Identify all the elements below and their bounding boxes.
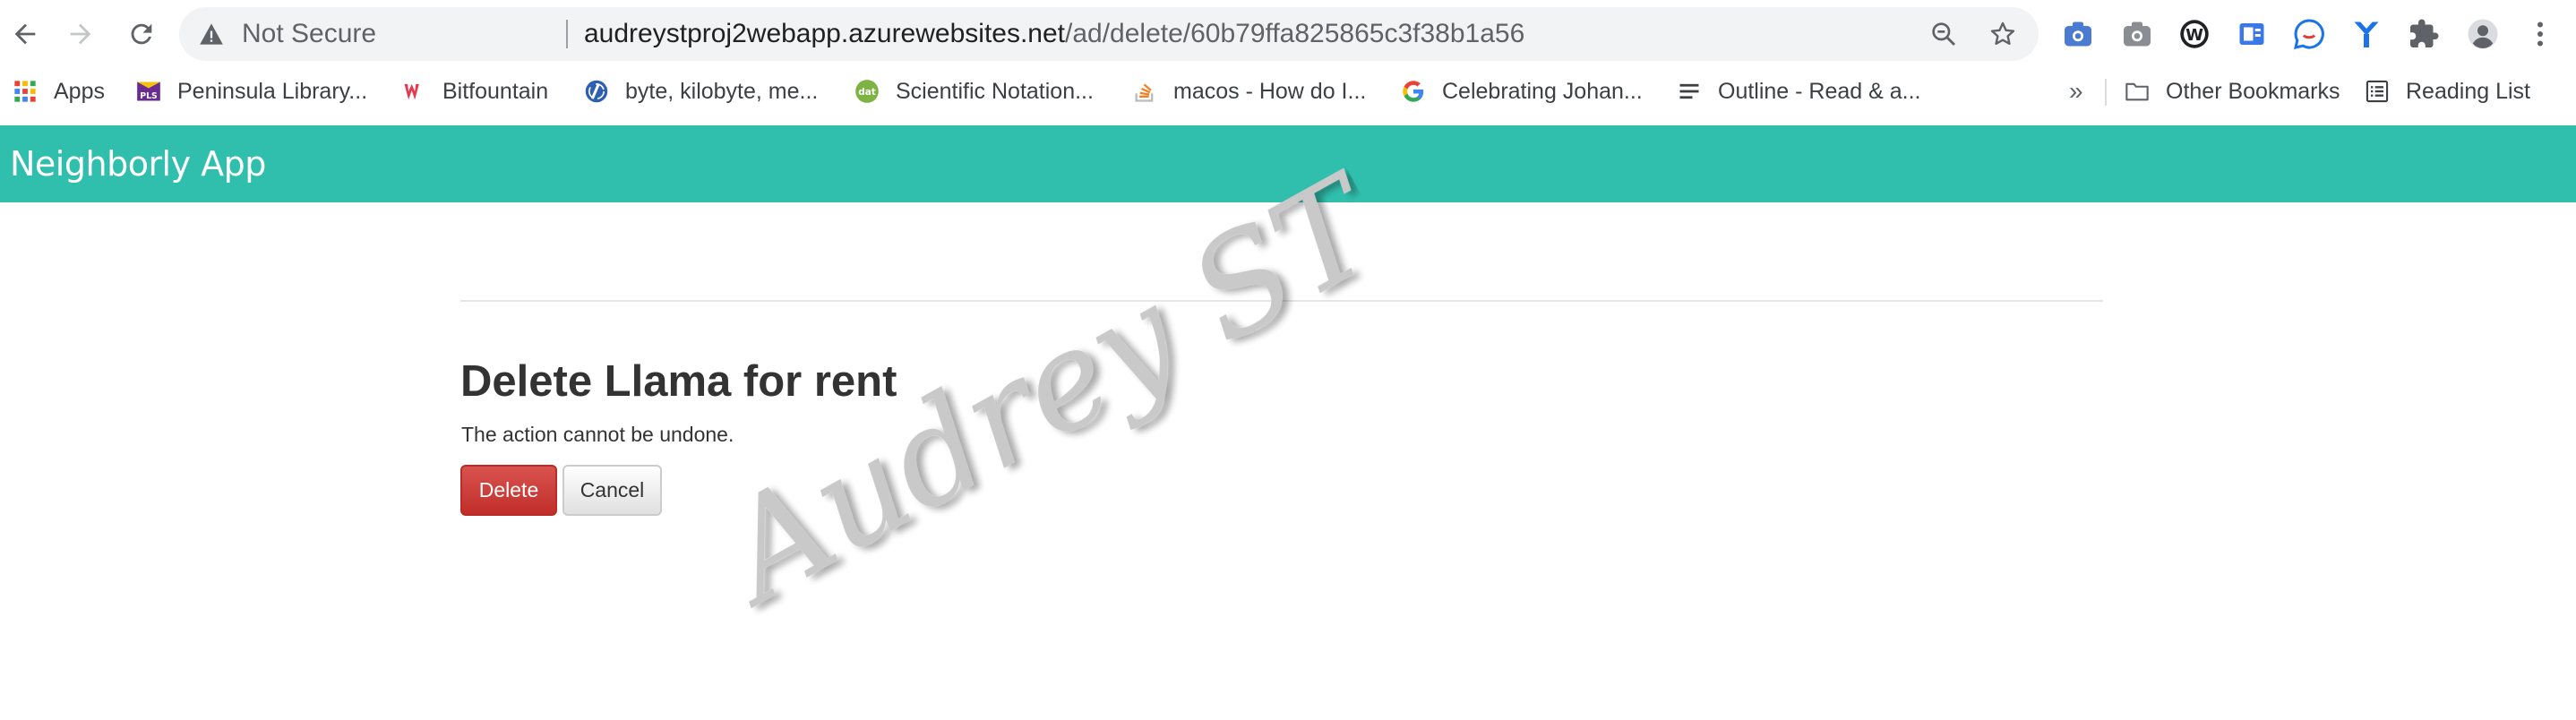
reload-button[interactable]	[118, 11, 165, 57]
bookmark-outline[interactable]: Outline - Read & a...	[1677, 68, 1921, 115]
warning-text: The action cannot be undone.	[461, 423, 734, 446]
url-host: audreystproj2webapp.azurewebsites.net	[584, 19, 1065, 48]
zoom-icon[interactable]	[1929, 20, 1958, 48]
bookmarks-bar: Apps PLS Peninsula Library... Bitfountai…	[0, 68, 2576, 125]
bookmark-peninsula-library[interactable]: PLS Peninsula Library...	[136, 68, 367, 115]
app-navbar: Neighborly App	[0, 125, 2576, 202]
forward-arrow-icon	[70, 23, 91, 45]
bookmarks-overflow-chevron[interactable]: »	[2069, 68, 2083, 115]
chat-extension-icon[interactable]	[2291, 16, 2327, 52]
page-title: Delete Llama for rent	[460, 357, 897, 406]
profile-avatar-icon[interactable]	[2465, 16, 2501, 52]
bookmark-label: Bitfountain	[442, 78, 549, 104]
bookmark-label: Peninsula Library...	[177, 78, 368, 104]
delete-button[interactable]: Delete	[460, 465, 557, 516]
address-separator	[566, 20, 568, 48]
forward-button[interactable]	[57, 11, 104, 57]
warning-icon	[200, 23, 223, 45]
address-bar[interactable]: Not Secure audreystproj2webapp.azurewebs…	[179, 7, 2039, 61]
reader-extension-icon[interactable]	[2234, 16, 2270, 52]
bookmark-star-icon[interactable]	[1988, 20, 2017, 48]
camera-extension-icon[interactable]	[2119, 16, 2155, 52]
back-arrow-icon	[14, 23, 36, 45]
bookmark-label: Outline - Read & a...	[1718, 78, 1921, 104]
security-label[interactable]: Not Secure	[242, 7, 376, 61]
pls-icon: PLS	[136, 79, 161, 104]
bookmark-apps[interactable]: Apps	[13, 68, 105, 115]
other-bookmarks-label: Other Bookmarks	[2166, 78, 2340, 104]
bookmark-label: Apps	[54, 78, 105, 104]
apps-grid-icon	[13, 79, 38, 104]
dat-icon: dat	[854, 79, 880, 104]
puzzle-extensions-icon[interactable]	[2406, 16, 2442, 52]
reading-list-label: Reading List	[2406, 78, 2530, 104]
screenshot-extension-icon[interactable]	[2060, 16, 2096, 52]
w-extension-icon[interactable]: W	[2177, 16, 2212, 52]
bookmark-scientific-notation[interactable]: dat Scientific Notation...	[854, 68, 1094, 115]
bookmark-label: Celebrating Johan...	[1442, 78, 1643, 104]
bookmark-label: Scientific Notation...	[896, 78, 1094, 104]
reading-list-button[interactable]: Reading List	[2365, 68, 2530, 115]
reload-icon	[131, 23, 152, 45]
google-icon	[1401, 79, 1426, 104]
cancel-button[interactable]: Cancel	[562, 465, 662, 516]
byte-site-icon	[584, 79, 609, 104]
y-extension-icon[interactable]	[2348, 16, 2384, 52]
stackoverflow-icon	[1132, 79, 1157, 104]
bookmark-byte-kilobyte[interactable]: byte, kilobyte, me...	[584, 68, 818, 115]
svg-text:dat: dat	[858, 87, 876, 98]
bookmarks-divider	[2105, 79, 2107, 106]
svg-text:W: W	[2185, 26, 2203, 45]
url-path: /ad/delete/60b79ffa825865c3f38b1a56	[1065, 19, 1525, 48]
browser-toolbar: Not Secure audreystproj2webapp.azurewebs…	[0, 0, 2576, 68]
bookmark-label: byte, kilobyte, me...	[625, 78, 819, 104]
content-divider	[460, 300, 2103, 302]
other-bookmarks-folder[interactable]: Other Bookmarks	[2125, 68, 2340, 115]
folder-icon	[2125, 79, 2150, 104]
app-brand-link[interactable]: Neighborly App	[10, 125, 266, 202]
back-button[interactable]	[2, 11, 48, 57]
reading-list-icon	[2365, 79, 2390, 104]
bookmark-celebrating-johan[interactable]: Celebrating Johan...	[1401, 68, 1643, 115]
bookmark-label: macos - How do I...	[1173, 78, 1367, 104]
bookmark-bitfountain[interactable]: Bitfountain	[401, 68, 548, 115]
chrome-menu-icon[interactable]	[2522, 16, 2558, 52]
url-text[interactable]: audreystproj2webapp.azurewebsites.net/ad…	[584, 7, 1524, 61]
outline-icon	[1677, 79, 1702, 104]
bitfountain-icon	[401, 79, 426, 104]
bookmark-macos-stackoverflow[interactable]: macos - How do I...	[1132, 68, 1366, 115]
svg-text:PLS: PLS	[140, 91, 158, 101]
